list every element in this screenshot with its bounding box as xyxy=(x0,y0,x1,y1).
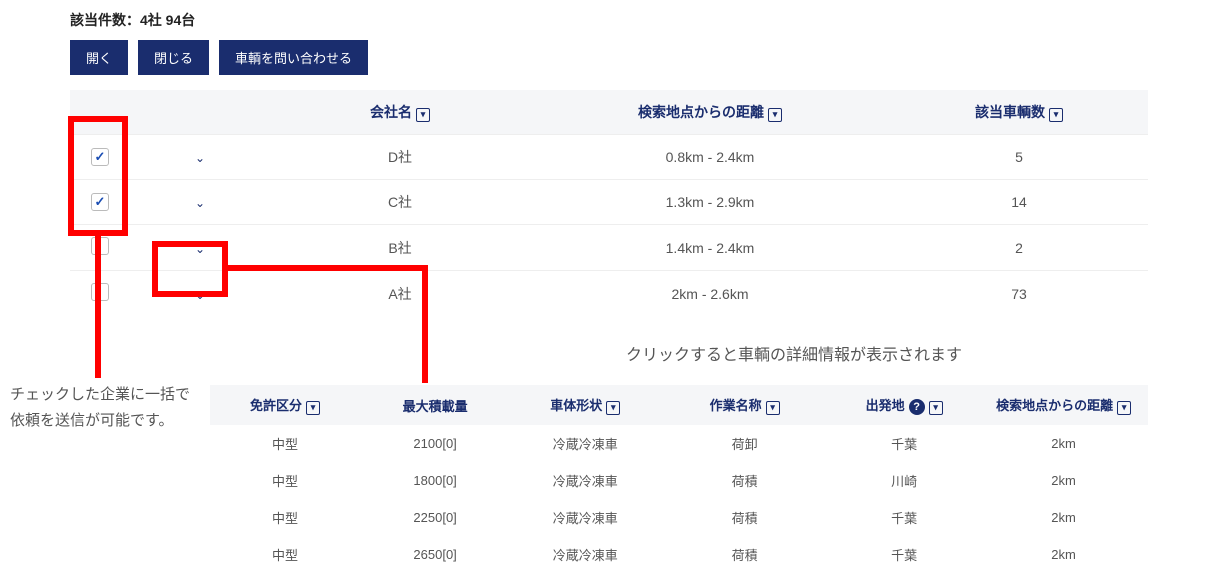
table-row: ⌄ C社 1.3km - 2.9km 14 xyxy=(70,180,1148,225)
dropdown-icon[interactable] xyxy=(768,108,782,122)
count-cell: 2 xyxy=(890,225,1148,271)
company-cell: B社 xyxy=(270,225,530,271)
cell-distance: 2km xyxy=(979,425,1148,462)
vehicle-detail-table: 免許区分 最大積載量 車体形状 作業名称 出発地? 検索地点からの距離 中型 2… xyxy=(210,385,1148,573)
dropdown-icon[interactable] xyxy=(606,401,620,415)
col-work[interactable]: 作業名称 xyxy=(660,385,829,425)
dropdown-icon[interactable] xyxy=(306,401,320,415)
cell-work: 荷卸 xyxy=(660,425,829,462)
col-distance[interactable]: 検索地点からの距離 xyxy=(530,90,890,135)
cell-distance: 2km xyxy=(979,462,1148,499)
dropdown-icon[interactable] xyxy=(766,401,780,415)
cell-body: 冷蔵冷凍車 xyxy=(510,462,660,499)
table-row: 中型 2650[0] 冷蔵冷凍車 荷積 千葉 2km xyxy=(210,536,1148,573)
cell-distance: 2km xyxy=(979,499,1148,536)
cell-work: 荷積 xyxy=(660,536,829,573)
cell-origin: 千葉 xyxy=(829,499,979,536)
cell-origin: 千葉 xyxy=(829,425,979,462)
cell-body: 冷蔵冷凍車 xyxy=(510,499,660,536)
table-row: ⌄ A社 2km - 2.6km 73 xyxy=(70,271,1148,317)
chevron-down-icon[interactable]: ⌄ xyxy=(195,196,205,210)
expand-caption: クリックすると車輌の詳細情報が表示されます xyxy=(440,341,1148,365)
table-row: 中型 2250[0] 冷蔵冷凍車 荷積 千葉 2km xyxy=(210,499,1148,536)
row-checkbox[interactable] xyxy=(91,148,109,166)
cell-work: 荷積 xyxy=(660,462,829,499)
row-checkbox[interactable] xyxy=(91,283,109,301)
row-checkbox[interactable] xyxy=(91,237,109,255)
chevron-down-icon[interactable]: ⌄ xyxy=(195,242,205,256)
col-checkbox xyxy=(70,90,130,135)
distance-cell: 0.8km - 2.4km xyxy=(530,135,890,180)
distance-cell: 2km - 2.6km xyxy=(530,271,890,317)
help-icon[interactable]: ? xyxy=(909,399,925,415)
cell-body: 冷蔵冷凍車 xyxy=(510,536,660,573)
dropdown-icon[interactable] xyxy=(1117,401,1131,415)
cell-origin: 川崎 xyxy=(829,462,979,499)
col-license[interactable]: 免許区分 xyxy=(210,385,360,425)
col-distance2[interactable]: 検索地点からの距離 xyxy=(979,385,1148,425)
col-expand xyxy=(130,90,270,135)
cell-license: 中型 xyxy=(210,425,360,462)
dropdown-icon[interactable] xyxy=(1049,108,1063,122)
count-cell: 5 xyxy=(890,135,1148,180)
col-maxload: 最大積載量 xyxy=(360,385,510,425)
cell-license: 中型 xyxy=(210,499,360,536)
chevron-down-icon[interactable]: ⌄ xyxy=(195,151,205,165)
cell-maxload: 1800[0] xyxy=(360,462,510,499)
col-body[interactable]: 車体形状 xyxy=(510,385,660,425)
inquire-button[interactable]: 車輌を問い合わせる xyxy=(219,40,368,75)
company-cell: A社 xyxy=(270,271,530,317)
cell-origin: 千葉 xyxy=(829,536,979,573)
row-checkbox[interactable] xyxy=(91,193,109,211)
company-table: 会社名 検索地点からの距離 該当車輌数 ⌄ D社 0.8km - 2.4km 5… xyxy=(70,90,1148,316)
cell-maxload: 2100[0] xyxy=(360,425,510,462)
distance-cell: 1.4km - 2.4km xyxy=(530,225,890,271)
distance-cell: 1.3km - 2.9km xyxy=(530,180,890,225)
table-row: ⌄ B社 1.4km - 2.4km 2 xyxy=(70,225,1148,271)
chevron-down-icon[interactable]: ⌄ xyxy=(195,288,205,302)
count-cell: 14 xyxy=(890,180,1148,225)
table-row: 中型 2100[0] 冷蔵冷凍車 荷卸 千葉 2km xyxy=(210,425,1148,462)
result-summary: 該当件数：4社 94台 xyxy=(70,10,1148,30)
cell-work: 荷積 xyxy=(660,499,829,536)
cell-distance: 2km xyxy=(979,536,1148,573)
close-button[interactable]: 閉じる xyxy=(138,40,209,75)
count-cell: 73 xyxy=(890,271,1148,317)
cell-license: 中型 xyxy=(210,462,360,499)
dropdown-icon[interactable] xyxy=(929,401,943,415)
col-count[interactable]: 該当車輌数 xyxy=(890,90,1148,135)
table-row: ⌄ D社 0.8km - 2.4km 5 xyxy=(70,135,1148,180)
company-cell: C社 xyxy=(270,180,530,225)
dropdown-icon[interactable] xyxy=(416,108,430,122)
checkbox-note: チェックした企業に一括で依頼を送信が可能です。 xyxy=(10,382,195,433)
cell-maxload: 2650[0] xyxy=(360,536,510,573)
cell-body: 冷蔵冷凍車 xyxy=(510,425,660,462)
col-origin[interactable]: 出発地? xyxy=(829,385,979,425)
cell-maxload: 2250[0] xyxy=(360,499,510,536)
company-cell: D社 xyxy=(270,135,530,180)
open-button[interactable]: 開く xyxy=(70,40,128,75)
cell-license: 中型 xyxy=(210,536,360,573)
table-row: 中型 1800[0] 冷蔵冷凍車 荷積 川崎 2km xyxy=(210,462,1148,499)
col-company[interactable]: 会社名 xyxy=(270,90,530,135)
